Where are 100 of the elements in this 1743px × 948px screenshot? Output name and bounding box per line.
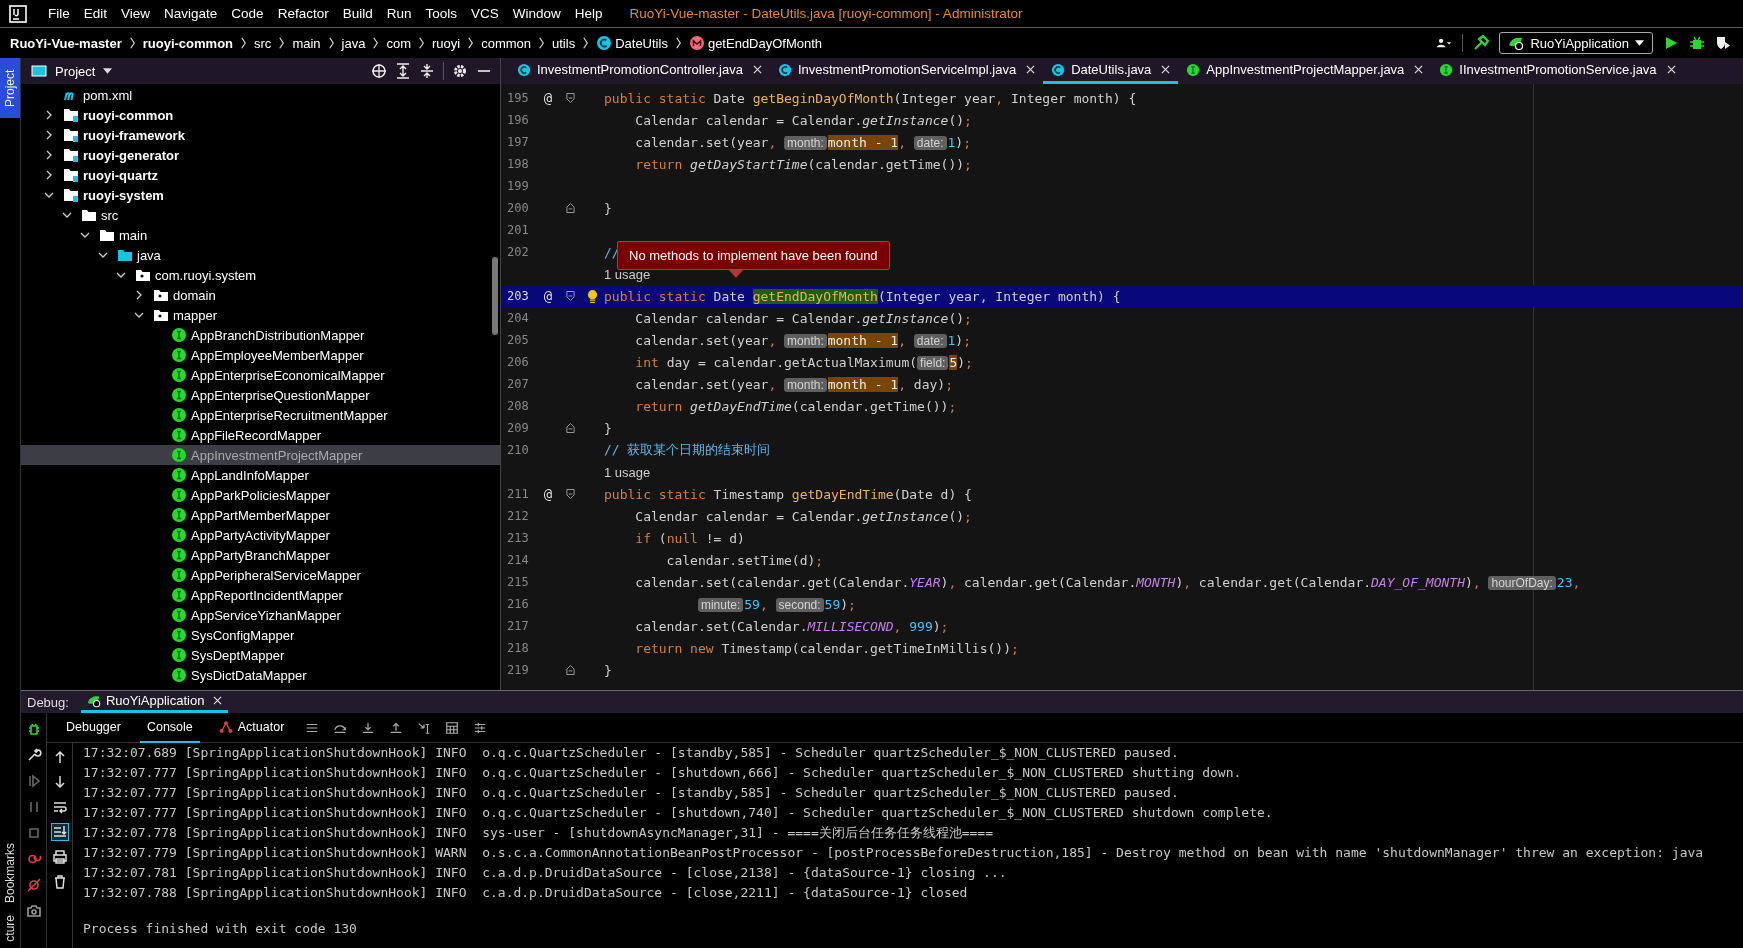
tree-item[interactable]: SysConfigMapper [21,625,500,645]
breadcrumb-item[interactable]: ruoyi [432,35,461,51]
tree-item[interactable]: main [21,225,500,245]
tool-window-tab[interactable]: Bookmarks [0,837,20,910]
tree-item[interactable]: AppBranchDistributionMapper [21,325,500,345]
tree-item[interactable]: java [21,245,500,265]
run-to-cursor-icon[interactable] [417,720,432,735]
editor-tab[interactable]: IInvestmentPromotionService.java [1431,58,1684,84]
tree-item[interactable]: ruoyi-common [21,105,500,125]
menu-item[interactable]: Navigate [157,6,225,21]
menu-item[interactable]: View [114,6,158,21]
tree-item[interactable]: AppEnterpriseRecruitmentMapper [21,405,500,425]
menu-item[interactable]: Code [224,6,271,21]
menu-item[interactable]: Help [567,6,610,21]
tree-item[interactable]: AppEmployeeMemberMapper [21,345,500,365]
debugger-tab[interactable]: Debugger [59,712,128,743]
menu-item[interactable]: Run [379,6,419,21]
fold-icon[interactable] [565,488,575,500]
tree-item[interactable]: ruoyi-generator [21,145,500,165]
fold-icon[interactable] [565,290,575,302]
step-out-icon[interactable] [389,720,404,735]
close-icon[interactable] [1666,65,1676,74]
breadcrumb-item[interactable]: com [386,35,411,51]
settings-list-icon[interactable] [473,720,488,735]
tree-item[interactable]: AppFileRecordMapper [21,425,500,445]
tree-item[interactable]: AppServiceYizhanMapper [21,605,500,625]
close-icon[interactable] [752,65,762,74]
menu-item[interactable]: Tools [418,6,464,21]
override-marker[interactable]: @ [543,288,553,304]
close-icon[interactable] [1161,65,1171,74]
tree-item[interactable]: ruoyi-system [21,185,500,205]
tree-item[interactable]: SysDeptMapper [21,645,500,665]
close-icon[interactable] [1414,65,1424,74]
evaluate-icon[interactable] [445,720,460,735]
debug-bug-icon[interactable] [1689,35,1705,51]
fold-icon[interactable] [565,92,575,104]
tree-item[interactable]: ruoyi-quartz [21,165,500,185]
scrollbar[interactable] [492,257,498,335]
fold-icon[interactable] [565,422,575,434]
tree-item[interactable]: mapper [21,305,500,325]
locate-icon[interactable] [371,63,387,79]
tree-item[interactable]: ruoyi-framework [21,125,500,145]
breadcrumb-item[interactable]: DateUtils [615,35,668,51]
print-icon[interactable] [51,849,68,865]
project-tool-tab[interactable]: Project [0,58,20,118]
menu-item[interactable]: Edit [76,6,115,21]
breadcrumb-item[interactable]: common [481,35,532,51]
override-marker[interactable]: @ [543,486,553,502]
editor-tab[interactable]: AppInvestmentProjectMapper.java [1178,58,1432,84]
project-view-dropdown[interactable]: Project [55,63,96,79]
override-marker[interactable]: @ [543,90,553,106]
hammer-icon[interactable] [1473,35,1490,51]
tree-item[interactable]: AppEnterpriseEconomicalMapper [21,365,500,385]
tree-item[interactable]: AppPartyBranchMapper [21,545,500,565]
settings-icon[interactable] [452,63,468,79]
breadcrumb-item[interactable]: getEndDayOfMonth [707,35,823,51]
tree-item[interactable]: AppPeripheralServiceMapper [21,565,500,585]
tree-item[interactable]: AppPartyActivityMapper [21,525,500,545]
menu-item[interactable]: Refactor [270,6,336,21]
breadcrumb-item[interactable]: main [292,35,321,51]
tree-item[interactable]: com.ruoyi.system [21,265,500,285]
menu-item[interactable]: Window [505,6,568,21]
coverage-shield-icon[interactable] [1715,35,1731,51]
soft-wrap-icon[interactable] [51,799,68,815]
menu-item[interactable]: File [41,6,77,21]
expand-all-icon[interactable] [395,63,411,79]
editor-tab[interactable]: InvestmentPromotionController.java [509,58,770,84]
tool-window-tab[interactable]: cture [0,909,20,948]
run-configuration-dropdown[interactable]: RuoYiApplication [1499,32,1653,54]
menu-item[interactable]: VCS [464,6,506,21]
debugger-tab[interactable]: Actuator [211,712,292,743]
collapse-all-icon[interactable] [419,63,435,79]
tree-item[interactable]: AppEnterpriseQuestionMapper [21,385,500,405]
breadcrumb-item[interactable]: ruoyi-common [142,35,234,51]
close-icon[interactable] [1026,65,1036,74]
run-icon[interactable] [1663,35,1679,51]
step-into-icon[interactable] [361,720,376,735]
tree-item[interactable]: AppParkPoliciesMapper [21,485,500,505]
lightbulb-icon[interactable] [586,288,598,304]
menu-item[interactable]: Build [335,6,380,21]
session-tab[interactable]: RuoYiApplication [80,691,229,713]
tree-item[interactable]: SysDictDataMapper [21,665,500,685]
tree-item[interactable]: AppReportIncidentMapper [21,585,500,605]
editor-tab[interactable]: DateUtils.java [1043,58,1179,84]
usages-link[interactable]: 1 usage [604,464,651,480]
fold-icon[interactable] [565,202,575,214]
breadcrumb-item[interactable]: RuoYi-Vue-master [10,35,122,51]
breadcrumb-item[interactable]: java [341,35,366,51]
tree-item[interactable]: AppInvestmentProjectMapper [21,445,500,465]
camera-icon[interactable] [25,903,42,919]
tree-item[interactable]: src [21,205,500,225]
tree-item[interactable]: AppPartMemberMapper [21,505,500,525]
breadcrumb-item[interactable]: src [254,35,272,51]
breadcrumb-item[interactable]: utils [552,35,576,51]
scroll-to-end-icon[interactable] [51,824,68,840]
close-icon[interactable] [213,696,223,705]
tree-item[interactable]: pom.xml [21,85,500,105]
debugger-tab[interactable]: Console [139,712,200,743]
tree-item[interactable]: domain [21,285,500,305]
fold-icon[interactable] [565,664,575,676]
